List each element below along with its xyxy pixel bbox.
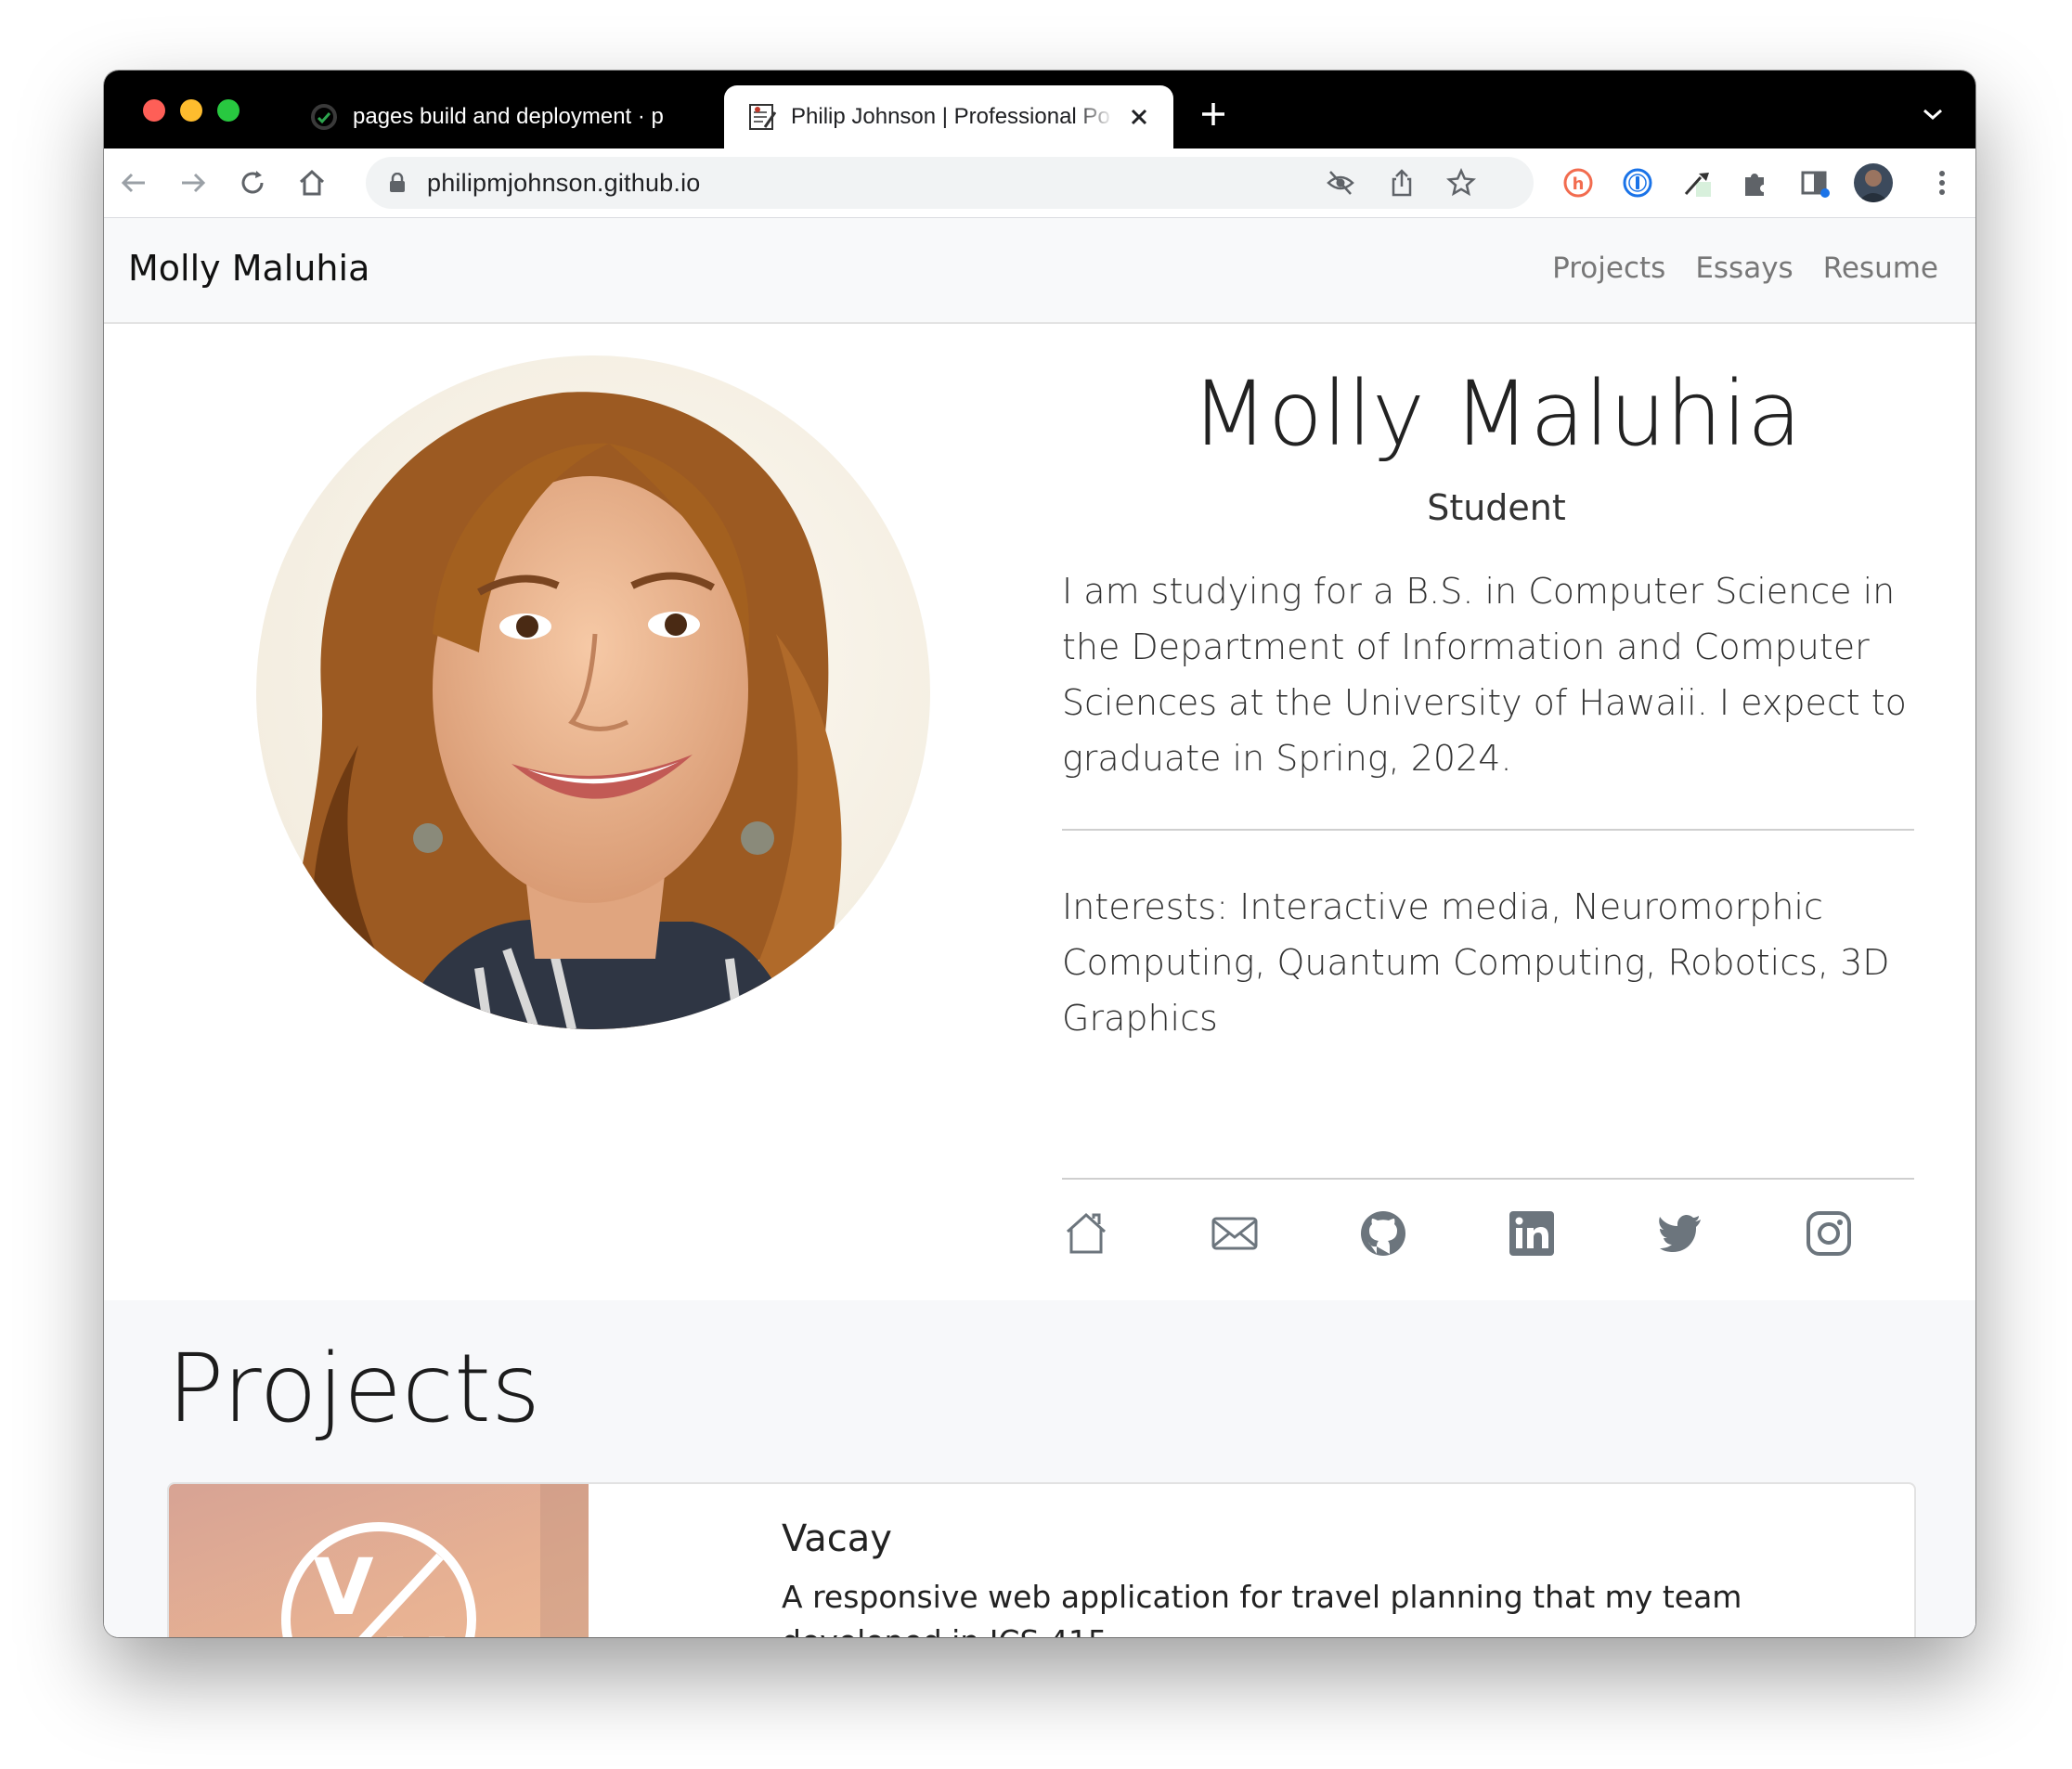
side-panel-icon[interactable]	[1797, 166, 1831, 200]
chevron-down-icon[interactable]	[1922, 106, 1944, 123]
kebab-menu-icon[interactable]	[1925, 166, 1959, 200]
hero-role: Student	[1427, 487, 1566, 528]
projects-section: Projects V Y Vacay A responsive web appl…	[104, 1300, 1975, 1637]
tab-title: Philip Johnson | Professional Po	[791, 104, 1110, 129]
nav-links: Projects Essays Resume	[1552, 252, 1938, 285]
nav-link-essays[interactable]: Essays	[1695, 252, 1793, 285]
tab-bar: pages build and deployment · p Philip Jo…	[104, 71, 1975, 148]
instagram-icon[interactable]	[1805, 1209, 1853, 1258]
github-icon[interactable]	[1359, 1209, 1407, 1258]
tab-title: pages build and deployment · p	[353, 104, 664, 129]
twitter-icon[interactable]	[1656, 1209, 1704, 1258]
social-links	[1062, 1209, 1860, 1265]
eyedropper-icon[interactable]	[1680, 166, 1714, 200]
forward-arrow-icon[interactable]	[176, 166, 210, 200]
reload-icon[interactable]	[236, 166, 269, 200]
nav-link-projects[interactable]: Projects	[1552, 252, 1665, 285]
favicon-icon	[749, 104, 777, 130]
divider	[1062, 1178, 1914, 1180]
honey-extension-icon[interactable]: h	[1561, 166, 1595, 200]
projects-heading: Projects	[167, 1334, 541, 1444]
star-icon[interactable]	[1446, 168, 1476, 198]
project-title[interactable]: Vacay	[782, 1517, 892, 1560]
hero-interests: Interests: Interactive media, Neuromorph…	[1062, 886, 1890, 1039]
hero-name: Molly Maluhia	[1191, 362, 1802, 466]
tab-philip-johnson[interactable]: Philip Johnson | Professional Po	[724, 85, 1173, 148]
project-description: A responsive web application for travel …	[782, 1579, 1742, 1637]
divider	[1062, 829, 1914, 831]
hero-bio: I am studying for a B.S. in Computer Sci…	[1062, 571, 1907, 779]
extensions-puzzle-icon[interactable]	[1738, 166, 1771, 200]
close-icon[interactable]	[1125, 103, 1153, 131]
eye-slash-icon[interactable]	[1326, 168, 1355, 198]
project-thumbnail: V Y	[169, 1484, 589, 1637]
back-arrow-icon[interactable]	[117, 166, 150, 200]
linkedin-icon[interactable]	[1508, 1209, 1556, 1258]
new-tab-icon[interactable]	[1199, 100, 1227, 128]
browser-toolbar: philipmjohnson.github.io h	[104, 148, 1975, 218]
address-bar[interactable]: philipmjohnson.github.io	[366, 157, 1534, 209]
profile-photo	[256, 355, 930, 1029]
share-icon[interactable]	[1387, 168, 1417, 198]
home-icon[interactable]	[1062, 1209, 1110, 1258]
home-icon[interactable]	[295, 166, 329, 200]
site-navbar: Molly Maluhia Projects Essays Resume	[104, 218, 1975, 324]
url-text[interactable]: philipmjohnson.github.io	[427, 169, 701, 198]
svg-text:Y: Y	[387, 1621, 446, 1637]
mail-icon[interactable]	[1211, 1209, 1259, 1258]
profile-avatar[interactable]	[1853, 162, 1894, 203]
password-manager-icon[interactable]	[1621, 166, 1654, 200]
svg-text:V: V	[313, 1542, 373, 1633]
project-card[interactable]: V Y Vacay A responsive web application f…	[167, 1482, 1916, 1637]
site-brand[interactable]: Molly Maluhia	[128, 248, 369, 289]
nav-link-resume[interactable]: Resume	[1823, 252, 1938, 285]
svg-text:h: h	[1573, 174, 1585, 194]
zoom-window-button[interactable]	[217, 99, 240, 122]
web-page: Molly Maluhia Projects Essays Resume Mol…	[104, 218, 1975, 1637]
close-window-button[interactable]	[143, 99, 165, 122]
workflow-status-icon	[311, 104, 337, 130]
minimize-window-button[interactable]	[180, 99, 202, 122]
browser-window: pages build and deployment · p Philip Jo…	[104, 71, 1975, 1637]
lock-icon	[390, 173, 405, 192]
